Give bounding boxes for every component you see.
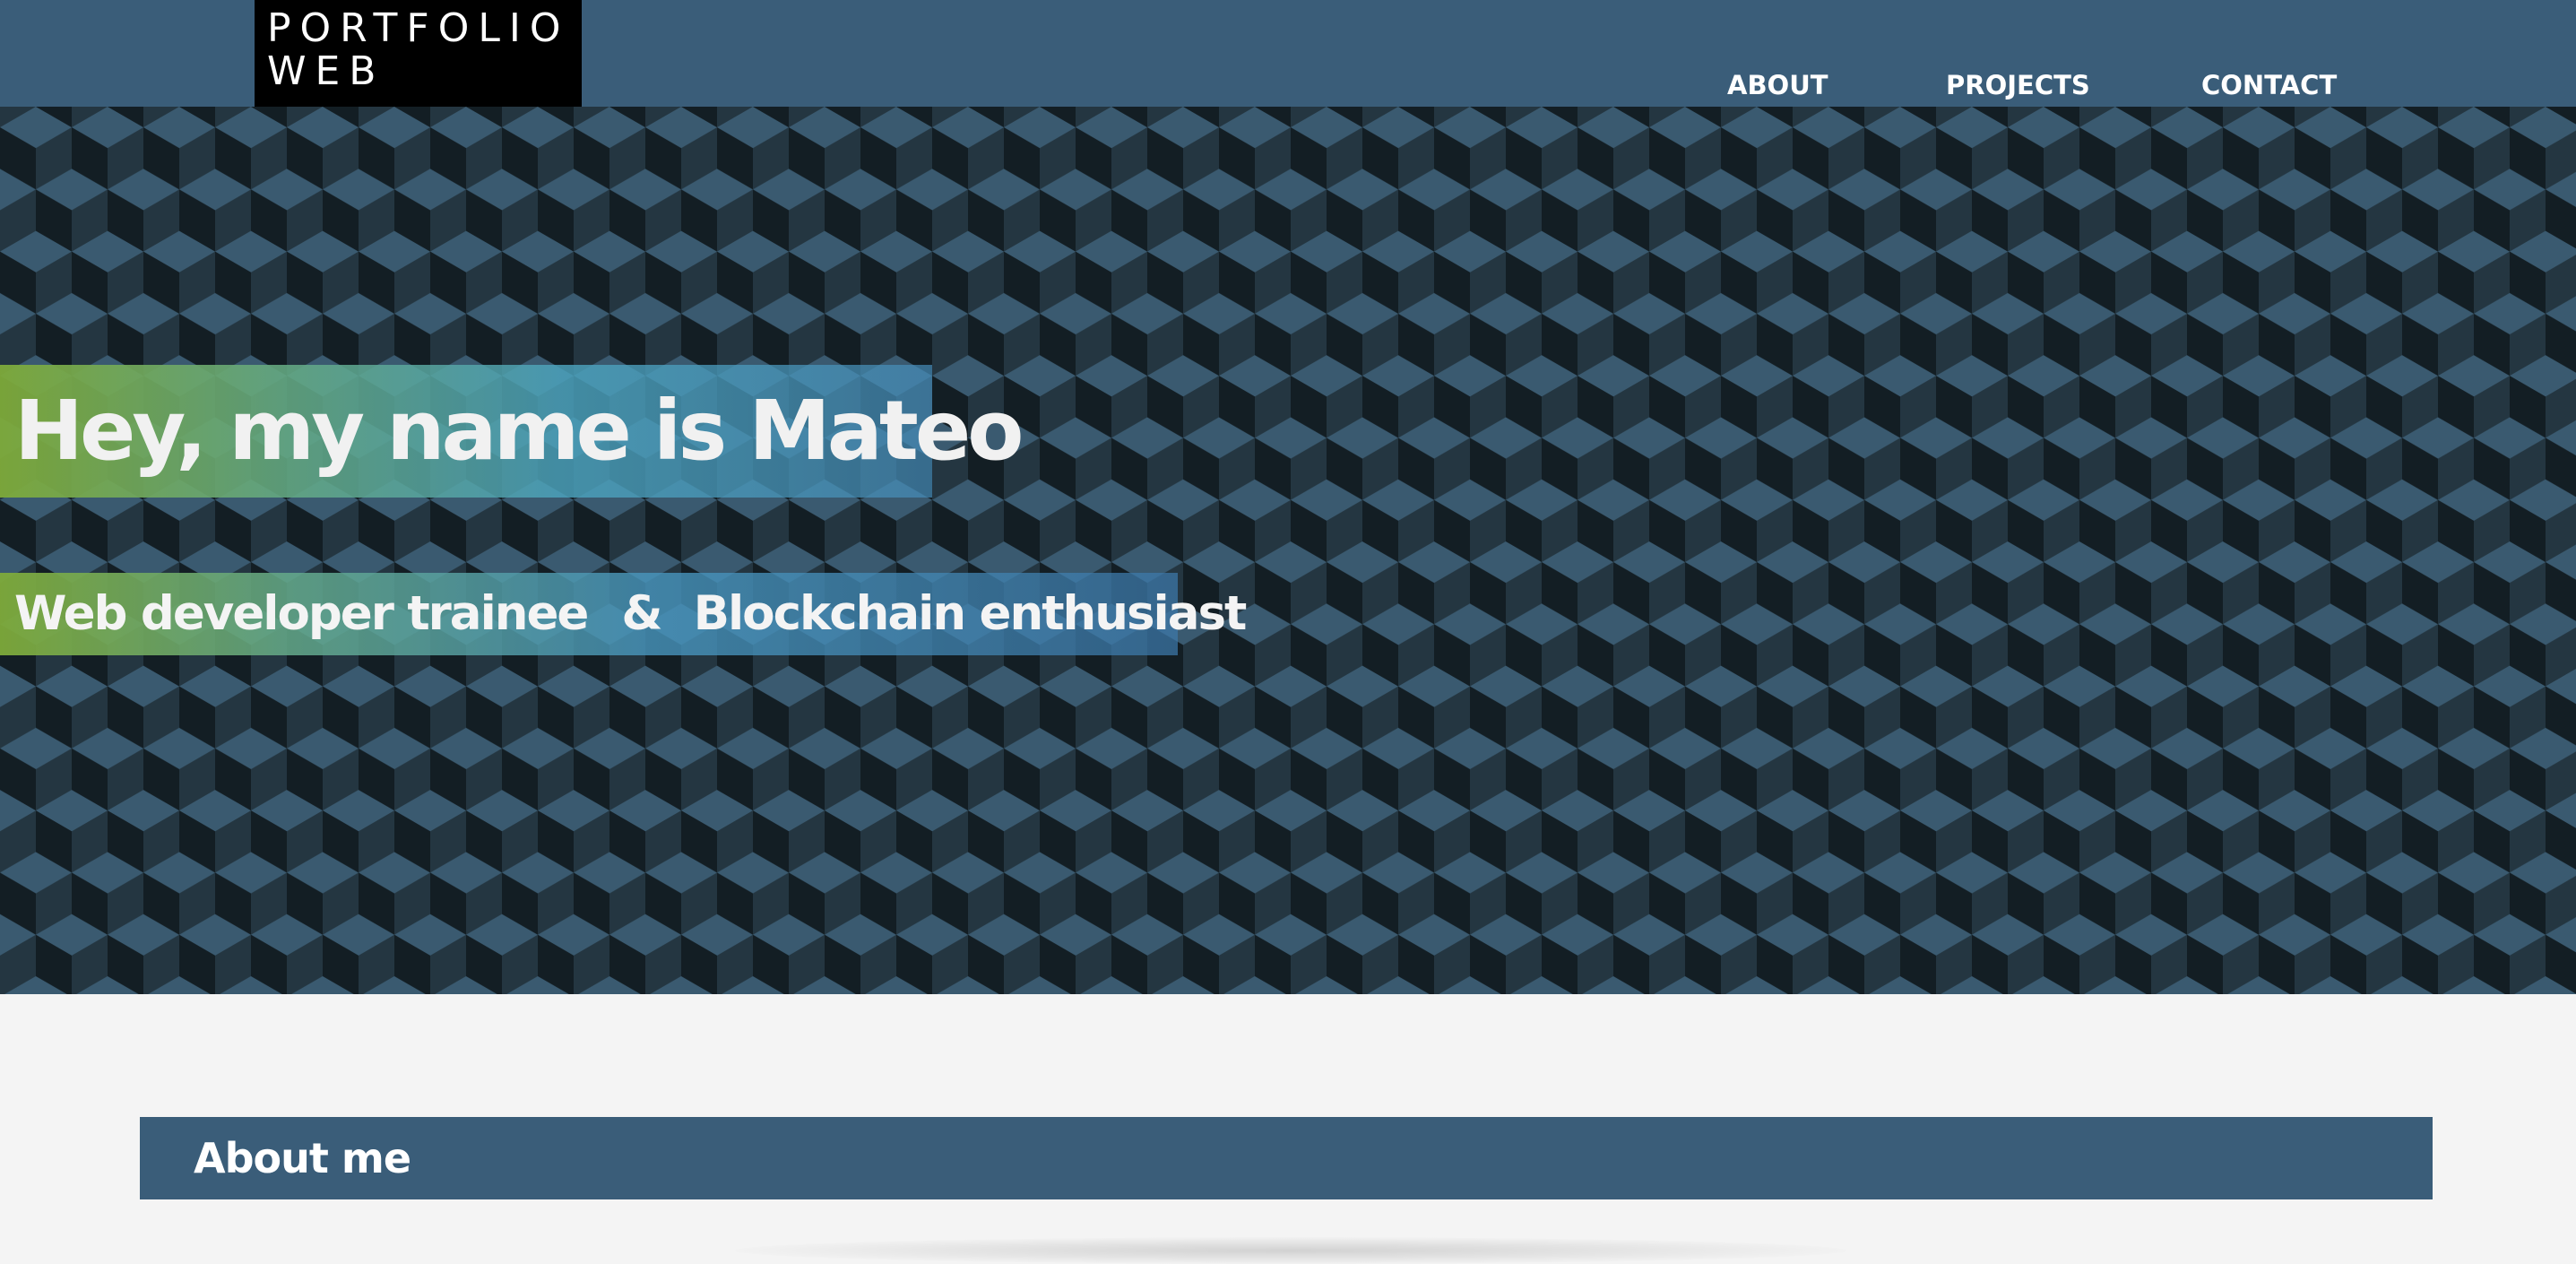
subtitle-ampersand: & — [621, 586, 662, 641]
hero-title-banner: Hey, my name is Mateo — [0, 365, 1024, 498]
main-nav: ABOUT PROJECTS CONTACT — [0, 67, 2576, 103]
nav-link-contact[interactable]: CONTACT — [2201, 67, 2337, 103]
about-title: About me — [194, 1134, 411, 1182]
content-card-shadow — [735, 1237, 1846, 1264]
logo-line-portfolio: PORTFOLIO — [267, 5, 570, 51]
nav-link-projects[interactable]: PROJECTS — [1946, 67, 2090, 103]
about-heading-bar: About me — [140, 1117, 2433, 1199]
top-navbar: PORTFOLIO WEB ABOUT PROJECTS CONTACT — [0, 0, 2576, 107]
subtitle-role-2: Blockchain enthusiast — [693, 586, 1248, 641]
hero-subtitle: Web developer trainee & Blockchain enthusi… — [14, 573, 1248, 655]
subtitle-role-1: Web developer trainee — [14, 586, 589, 641]
hero-title: Hey, my name is Mateo — [14, 383, 1024, 479]
cube-pattern-background — [0, 107, 2576, 994]
hero-subtitle-banner: Web developer trainee & Blockchain enthusi… — [0, 573, 1247, 655]
nav-link-about[interactable]: ABOUT — [1727, 67, 1828, 103]
hero-section: Hey, my name is Mateo Web developer trai… — [0, 107, 2576, 994]
